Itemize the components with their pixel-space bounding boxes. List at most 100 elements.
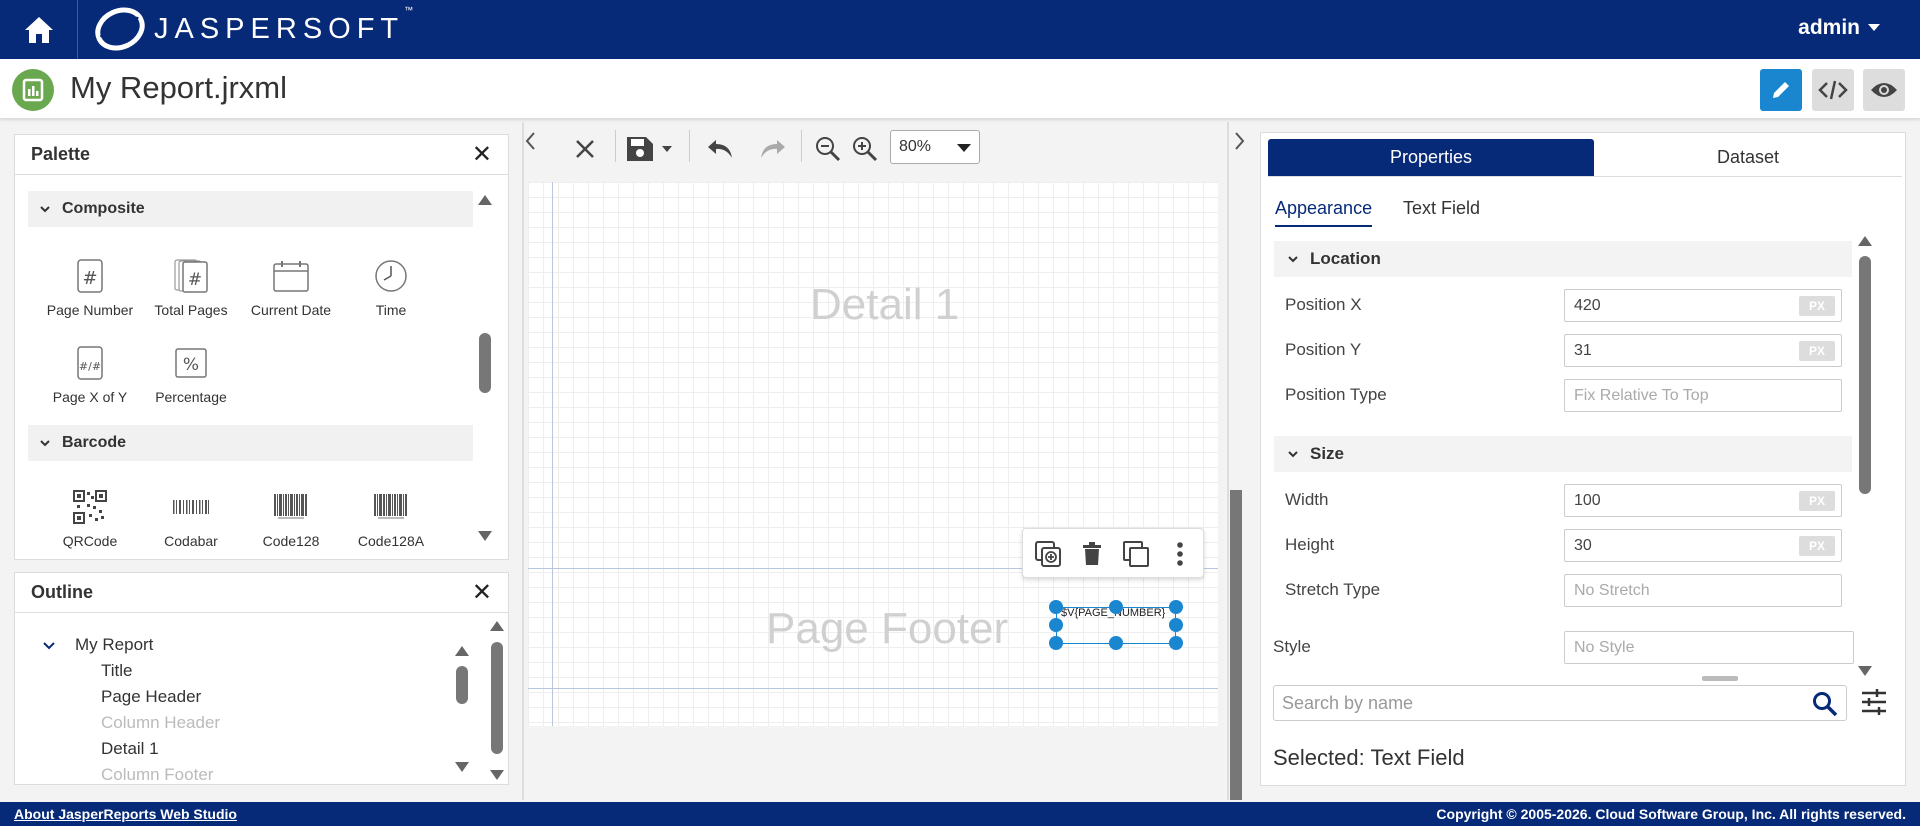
stretch-type-select[interactable]: No Stretch [1564,574,1842,607]
filter-settings-icon[interactable] [1860,688,1888,716]
resize-handle[interactable] [1169,636,1183,650]
palette-group-composite[interactable]: Composite [28,191,473,227]
height-input[interactable]: 30 PX [1564,529,1842,562]
chevron-right-icon[interactable] [1232,131,1246,151]
resize-handle[interactable] [1109,636,1123,650]
search-icon[interactable] [1812,691,1838,717]
close-editor-button[interactable] [570,134,600,164]
position-x-input[interactable]: 420 PX [1564,289,1842,322]
element-toolbar [1022,528,1204,578]
page-number-icon: # [77,259,103,293]
chevron-left-icon[interactable] [524,131,538,151]
zoom-out-button[interactable] [812,134,844,164]
svg-text:%: % [183,355,199,375]
prop-group-location[interactable]: Location [1274,241,1852,277]
code-icon [1818,80,1848,100]
outline-item-column-header[interactable]: Column Header [101,713,220,733]
tab-properties[interactable]: Properties [1268,139,1594,176]
canvas-background [528,726,1218,800]
palette-item-page-x-of-y[interactable]: #/# Page X of Y [40,342,140,405]
left-splitter[interactable] [522,122,524,800]
property-search-input[interactable]: Search by name [1273,685,1847,721]
outline-scroll-up[interactable] [490,621,504,631]
resize-handle[interactable] [1049,618,1063,632]
unit-badge[interactable]: PX [1799,536,1835,556]
selected-element-label: Selected: Text Field [1273,745,1465,770]
resize-handle[interactable] [1169,618,1183,632]
preview-mode-button[interactable] [1863,69,1905,111]
user-menu[interactable]: admin [1798,16,1880,40]
palette-scroll-up[interactable] [478,195,492,205]
palette-group-barcode[interactable]: Barcode [28,425,473,461]
position-type-label: Position Type [1285,385,1387,404]
unit-badge[interactable]: PX [1799,341,1835,361]
design-mode-button[interactable] [1760,69,1802,111]
resize-handle[interactable] [1169,600,1183,614]
palette-scrollbar-thumb[interactable] [479,333,491,393]
outline-scrollbar-thumb[interactable] [491,642,503,754]
zoom-in-button[interactable] [849,134,881,164]
palette-item-qrcode[interactable]: QRCode [40,486,140,549]
delete-element-button[interactable] [1076,538,1108,570]
user-name: admin [1798,16,1860,39]
canvas-scrollbar-thumb[interactable] [1230,490,1242,800]
zoom-value: 80% [899,138,932,155]
palette-item-code128[interactable]: Code128 [241,486,341,549]
style-select[interactable]: No Style [1564,631,1854,664]
outline-item-column-footer[interactable]: Column Footer [101,765,213,784]
copy-element-button[interactable] [1120,538,1152,570]
save-button[interactable] [624,133,674,165]
unit-badge[interactable]: PX [1799,491,1835,511]
outline-item-detail-1[interactable]: Detail 1 [101,739,159,759]
outline-item-title[interactable]: Title [101,661,133,681]
outline-inner-scroll-up[interactable] [455,646,469,656]
palette-item-codabar[interactable]: Codabar [141,486,241,549]
more-options-button[interactable] [1164,538,1196,570]
position-type-select[interactable]: Fix Relative To Top [1564,379,1842,412]
code-mode-button[interactable] [1812,69,1854,111]
palette-item-code128a[interactable]: Code128A [341,486,441,549]
properties-scroll-down[interactable] [1858,666,1872,676]
palette-scroll-down[interactable] [478,531,492,541]
resize-handle[interactable] [1049,636,1063,650]
zoom-select[interactable]: 80% [890,130,980,164]
home-button[interactable] [0,0,78,59]
redo-button[interactable] [756,134,790,164]
outline-item-my-report[interactable]: My Report [75,635,153,655]
chevron-down-icon [43,642,55,650]
properties-scrollbar-thumb[interactable] [1859,256,1871,494]
position-y-input[interactable]: 31 PX [1564,334,1842,367]
band-separator [528,688,1218,689]
palette-item-total-pages[interactable]: # Total Pages [141,255,241,318]
report-title: My Report.jrxml [70,70,288,105]
properties-scroll-up[interactable] [1858,236,1872,246]
palette-close-icon[interactable]: ✕ [472,140,492,169]
outline-scroll-down[interactable] [490,770,504,780]
title-bar: My Report.jrxml [0,59,1920,119]
close-icon [576,140,594,158]
palette-item-time[interactable]: Time [341,255,441,318]
resize-handle[interactable] [1109,600,1123,614]
outline-inner-scrollbar-thumb[interactable] [456,666,468,704]
subtab-appearance[interactable]: Appearance [1275,198,1373,227]
about-link[interactable]: About JasperReports Web Studio [14,806,237,822]
subtab-text-field[interactable]: Text Field [1403,198,1480,219]
resize-handle[interactable] [1049,600,1063,614]
undo-button[interactable] [703,134,737,164]
prop-group-size[interactable]: Size [1274,436,1852,472]
right-splitter[interactable] [1227,122,1229,800]
palette-item-percentage[interactable]: % Percentage [141,342,241,405]
tab-dataset[interactable]: Dataset [1594,139,1902,176]
jaspersoft-logo[interactable]: JASPERSOFT™ [94,5,413,52]
palette-item-current-date[interactable]: Current Date [241,255,341,318]
duplicate-element-button[interactable] [1032,538,1064,570]
outline-item-page-header[interactable]: Page Header [101,687,201,707]
width-input[interactable]: 100 PX [1564,484,1842,517]
horizontal-scrollbar-thumb[interactable] [1702,676,1738,681]
outline-inner-scroll-down[interactable] [455,762,469,772]
unit-badge[interactable]: PX [1799,296,1835,316]
outline-close-icon[interactable]: ✕ [472,578,492,607]
jaspersoft-swirl-icon [95,7,145,51]
outline-panel: Outline ✕ My Report Title Page Header Co… [14,572,509,785]
palette-item-page-number[interactable]: # Page Number [40,255,140,318]
